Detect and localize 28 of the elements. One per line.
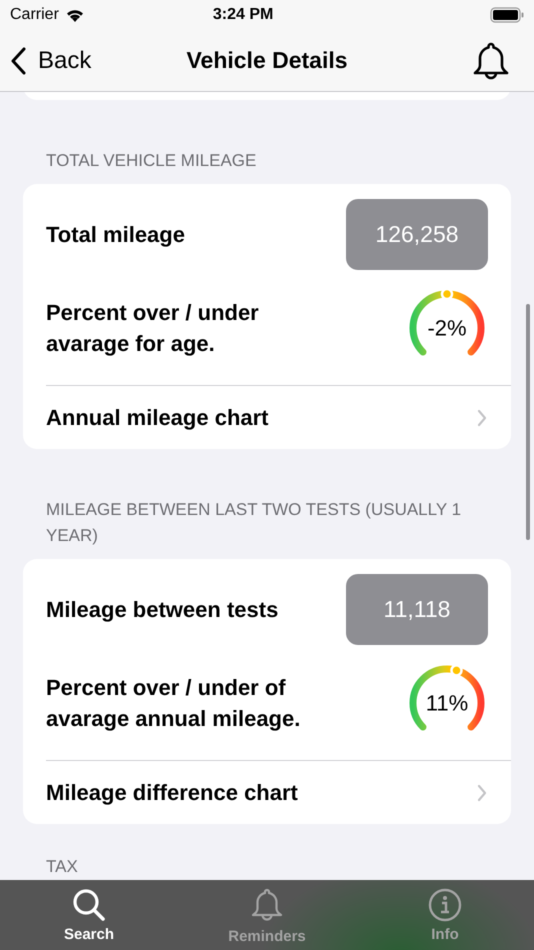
row-label: Annual mileage chart	[46, 404, 269, 432]
screen-title: Vehicle Details	[186, 46, 348, 76]
chart-link-row[interactable]: Mileage difference chart	[46, 761, 511, 824]
search-icon	[72, 888, 106, 922]
tab-bar-item[interactable]: Search	[0, 880, 178, 950]
section-header: MILEAGE BETWEEN LAST TWO TESTS (USUALLY 1 YEAR)	[46, 499, 462, 547]
chevron-right-icon	[477, 784, 487, 802]
row-label: Percent over / under avarage for age.	[46, 298, 260, 358]
row-label: Mileage difference chart	[46, 779, 298, 807]
info-icon	[428, 888, 462, 922]
carrier-label: Carrier	[10, 5, 59, 25]
wifi-icon	[64, 8, 85, 22]
value-badge: 11,118	[346, 574, 488, 644]
gauge-reading: 11%	[426, 689, 468, 717]
gauge-reading: -2%	[427, 314, 467, 342]
chevron-left-icon	[10, 46, 26, 74]
chevron-right-icon	[477, 408, 487, 426]
section-header: TAX	[46, 856, 79, 878]
chart-link-row[interactable]: Annual mileage chart	[46, 386, 511, 449]
battery-icon	[490, 7, 524, 23]
row-label: Mileage between tests	[46, 596, 278, 624]
back-button[interactable]: Back	[10, 42, 92, 78]
section-header: TOTAL VEHICLE MILEAGE	[46, 150, 258, 172]
row-label: Percent over / under of avarage annual mileage.	[46, 674, 302, 733]
row-label: Total mileage	[46, 220, 185, 249]
value-badge: 126,258	[346, 198, 488, 270]
status-time: 3:24 PM	[212, 5, 274, 25]
bell-icon[interactable]	[472, 40, 510, 80]
